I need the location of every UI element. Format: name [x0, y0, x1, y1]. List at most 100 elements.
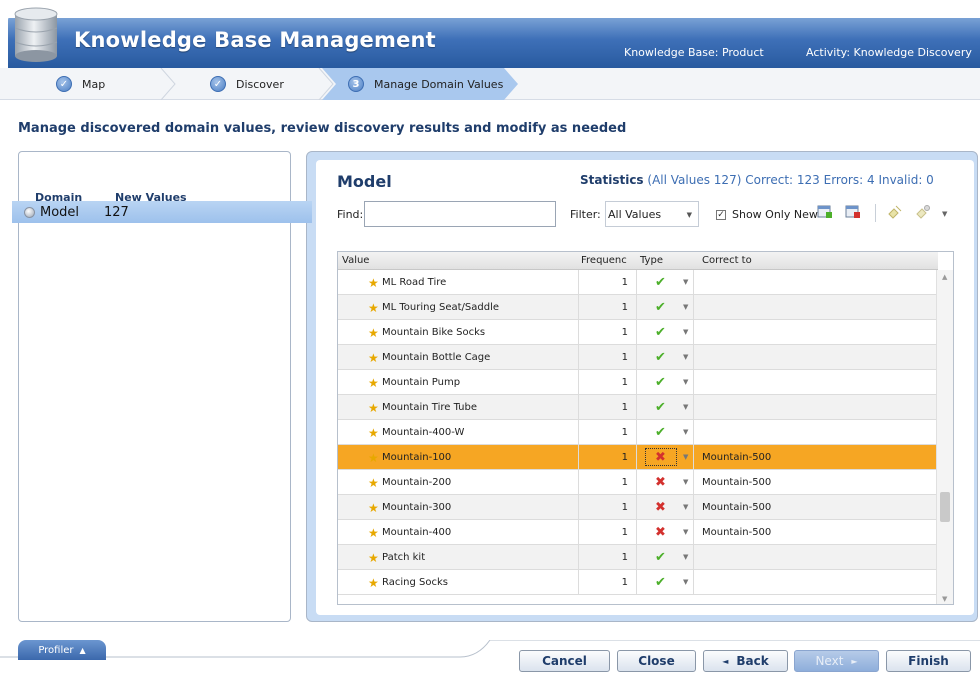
- table-row[interactable]: ★ Mountain-300 1 ✖ ▼ Mountain-500: [338, 495, 938, 520]
- value-cell[interactable]: ★ Patch kit: [368, 545, 425, 570]
- new-value-star-icon: ★: [368, 575, 379, 590]
- type-cell[interactable]: ✔ ▼: [636, 270, 694, 295]
- type-cell[interactable]: ✔ ▼: [636, 420, 694, 445]
- value-text: Patch kit: [382, 552, 426, 563]
- table-row[interactable]: ★ Mountain Tire Tube 1 ✔ ▼: [338, 395, 938, 420]
- table-row[interactable]: ★ Patch kit 1 ✔ ▼: [338, 545, 938, 570]
- value-cell[interactable]: ★ Mountain Pump: [368, 370, 460, 395]
- domain-new-values: 127: [104, 204, 129, 220]
- column-header-type[interactable]: Type: [640, 255, 663, 266]
- value-text: Mountain-400: [382, 527, 452, 538]
- synonym-icon[interactable]: [887, 204, 903, 220]
- correct-to-cell[interactable]: Mountain-500: [702, 470, 771, 495]
- type-cell[interactable]: ✖ ▼: [636, 495, 694, 520]
- scroll-up-icon[interactable]: ▲: [942, 273, 947, 281]
- value-cell[interactable]: ★ ML Touring Seat/Saddle: [368, 295, 499, 320]
- table-row[interactable]: ★ Mountain Pump 1 ✔ ▼: [338, 370, 938, 395]
- chevron-down-icon[interactable]: ▼: [683, 528, 688, 536]
- type-cell[interactable]: ✔ ▼: [636, 370, 694, 395]
- chevron-down-icon[interactable]: ▼: [683, 553, 688, 561]
- split-synonym-icon[interactable]: [915, 204, 931, 220]
- profiler-tab[interactable]: Profiler ▲: [18, 640, 106, 660]
- chevron-down-icon[interactable]: ▼: [683, 478, 688, 486]
- back-button[interactable]: ◄ Back: [703, 650, 788, 672]
- chevron-down-icon[interactable]: ▼: [683, 453, 688, 461]
- column-header-correct-to[interactable]: Correct to: [702, 255, 752, 266]
- chevron-down-icon[interactable]: ▼: [683, 378, 688, 386]
- frequency-cell: 1: [578, 545, 634, 570]
- cancel-button[interactable]: Cancel: [519, 650, 610, 672]
- value-cell[interactable]: ★ Mountain Bottle Cage: [368, 345, 490, 370]
- table-row[interactable]: ★ Mountain-400 1 ✖ ▼ Mountain-500: [338, 520, 938, 545]
- new-value-star-icon: ★: [368, 350, 379, 365]
- scroll-down-icon[interactable]: ▼: [942, 595, 947, 603]
- correct-check-icon: ✔: [655, 425, 666, 440]
- chevron-down-icon[interactable]: ▼: [683, 403, 688, 411]
- filter-select[interactable]: All Values ▼: [605, 201, 699, 227]
- next-button[interactable]: Next ►: [794, 650, 879, 672]
- table-row[interactable]: ★ Mountain-400-W 1 ✔ ▼: [338, 420, 938, 445]
- value-text: Mountain Bike Socks: [382, 327, 486, 338]
- chevron-down-icon[interactable]: ▼: [683, 353, 688, 361]
- step-discover[interactable]: ✓ Discover: [210, 68, 284, 100]
- value-cell[interactable]: ★ Mountain-100: [368, 445, 451, 470]
- step-manage-domain-values[interactable]: 3 Manage Domain Values: [348, 68, 503, 100]
- show-only-new-label: Show Only New: [732, 208, 818, 221]
- table-row[interactable]: ★ Mountain-100 1 ✖ ▼ Mountain-500: [338, 445, 938, 470]
- correct-to-cell[interactable]: Mountain-500: [702, 445, 771, 470]
- show-only-new-checkbox[interactable]: ✓ Show Only New: [716, 208, 818, 221]
- correct-check-icon: ✔: [655, 400, 666, 415]
- type-cell[interactable]: ✖ ▼: [636, 445, 694, 470]
- frequency-cell: 1: [578, 270, 634, 295]
- grid-scrollbar[interactable]: ▲ ▼: [936, 270, 953, 604]
- domain-row-model[interactable]: Model 127: [12, 201, 312, 223]
- table-row[interactable]: ★ Mountain Bike Socks 1 ✔ ▼: [338, 320, 938, 345]
- frequency-cell: 1: [578, 495, 634, 520]
- stats-invalid[interactable]: Invalid: 0: [878, 173, 933, 187]
- type-cell[interactable]: ✔ ▼: [636, 570, 694, 595]
- type-cell[interactable]: ✔ ▼: [636, 545, 694, 570]
- table-row[interactable]: ★ Racing Socks 1 ✔ ▼: [338, 570, 938, 595]
- correct-to-cell[interactable]: Mountain-500: [702, 520, 771, 545]
- value-cell[interactable]: ★ Racing Socks: [368, 570, 448, 595]
- value-cell[interactable]: ★ ML Road Tire: [368, 270, 446, 295]
- column-header-value[interactable]: Value: [342, 255, 369, 266]
- value-cell[interactable]: ★ Mountain-200: [368, 470, 451, 495]
- type-cell[interactable]: ✔ ▼: [636, 395, 694, 420]
- finish-button[interactable]: Finish: [886, 650, 971, 672]
- chevron-down-icon[interactable]: ▼: [683, 428, 688, 436]
- stats-all-values[interactable]: (All Values 127): [647, 173, 741, 187]
- chevron-down-icon[interactable]: ▼: [683, 278, 688, 286]
- table-row[interactable]: ★ Mountain Bottle Cage 1 ✔ ▼: [338, 345, 938, 370]
- value-cell[interactable]: ★ Mountain Bike Socks: [368, 320, 485, 345]
- value-cell[interactable]: ★ Mountain-300: [368, 495, 451, 520]
- import-values-icon[interactable]: [817, 204, 833, 220]
- frequency-cell: 1: [578, 370, 634, 395]
- value-cell[interactable]: ★ Mountain-400: [368, 520, 451, 545]
- close-button[interactable]: Close: [617, 650, 696, 672]
- step-map[interactable]: ✓ Map: [56, 68, 105, 100]
- table-row[interactable]: ★ ML Touring Seat/Saddle 1 ✔ ▼: [338, 295, 938, 320]
- chevron-down-icon[interactable]: ▼: [683, 578, 688, 586]
- value-cell[interactable]: ★ Mountain-400-W: [368, 420, 464, 445]
- value-cell[interactable]: ★ Mountain Tire Tube: [368, 395, 477, 420]
- type-cell[interactable]: ✔ ▼: [636, 320, 694, 345]
- type-cell[interactable]: ✔ ▼: [636, 295, 694, 320]
- table-row[interactable]: ★ Mountain-200 1 ✖ ▼ Mountain-500: [338, 470, 938, 495]
- find-input[interactable]: [364, 201, 556, 227]
- table-row[interactable]: ★ ML Road Tire 1 ✔ ▼: [338, 270, 938, 295]
- column-header-frequency[interactable]: Frequenc: [581, 255, 627, 266]
- chevron-down-icon[interactable]: ▼: [683, 303, 688, 311]
- correct-to-cell[interactable]: Mountain-500: [702, 495, 771, 520]
- type-cell[interactable]: ✔ ▼: [636, 345, 694, 370]
- stats-correct[interactable]: Correct: 123: [745, 173, 820, 187]
- stats-errors[interactable]: Errors: 4: [824, 173, 875, 187]
- export-values-icon[interactable]: [845, 204, 861, 220]
- chevron-down-icon[interactable]: ▼: [942, 210, 947, 218]
- scroll-thumb[interactable]: [940, 492, 950, 522]
- chevron-down-icon[interactable]: ▼: [683, 328, 688, 336]
- chevron-right-icon: [160, 68, 176, 100]
- chevron-down-icon[interactable]: ▼: [683, 503, 688, 511]
- type-cell[interactable]: ✖ ▼: [636, 470, 694, 495]
- type-cell[interactable]: ✖ ▼: [636, 520, 694, 545]
